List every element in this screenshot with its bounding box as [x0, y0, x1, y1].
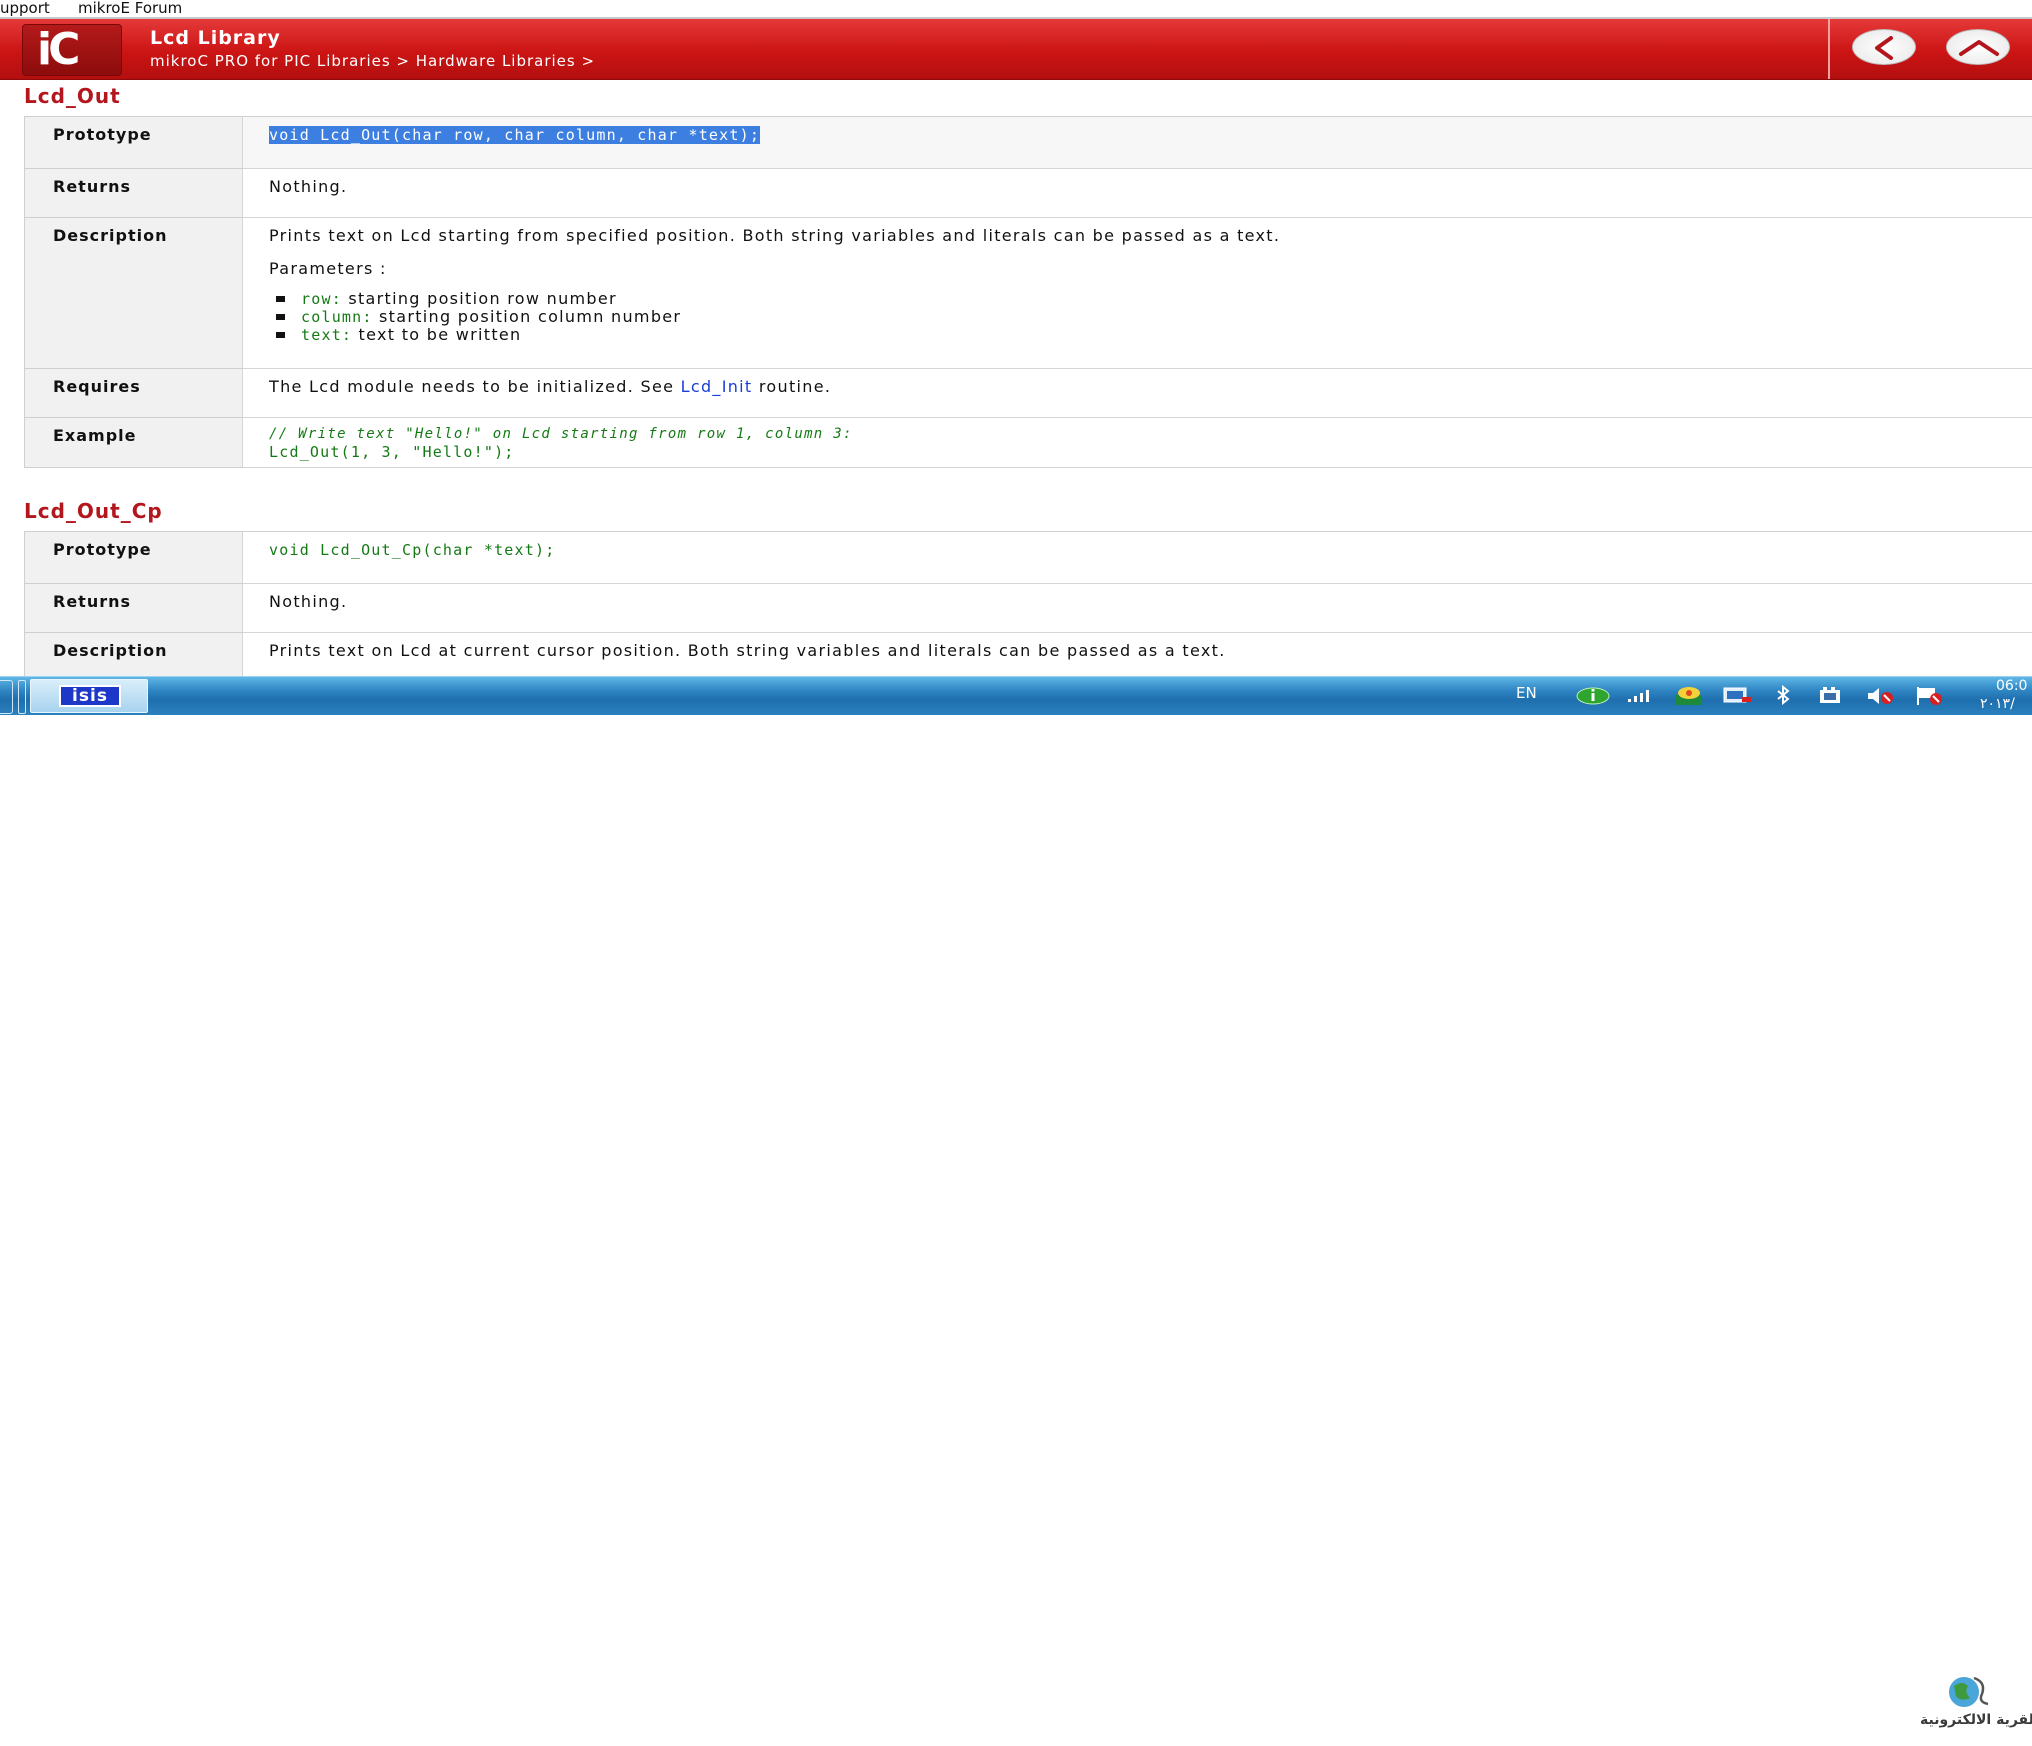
requires-cell: The Lcd module needs to be initialized. …	[242, 368, 2032, 418]
chevron-left-icon	[1875, 36, 1893, 60]
prototype-cell: void Lcd_Out_Cp(char *text);	[242, 531, 2032, 584]
parameters-list: row: starting position row number column…	[269, 290, 2032, 344]
table-row: Returns Nothing.	[24, 168, 2032, 218]
table-row: Example // Write text "Hello!" on Lcd st…	[24, 417, 2032, 468]
example-code: Lcd_Out(1, 3, "Hello!");	[269, 443, 515, 461]
section-title-lcd-out-cp: Lcd_Out_Cp	[24, 499, 163, 523]
battery-icon[interactable]	[1816, 685, 1846, 707]
param-desc: starting position row number	[348, 289, 617, 308]
volume-muted-icon[interactable]	[1864, 685, 1898, 707]
flag-icon[interactable]	[1912, 685, 1946, 707]
prototype-label: Prototype	[24, 531, 243, 584]
chevron-up-icon	[1959, 40, 1999, 56]
up-button[interactable]	[1946, 29, 2010, 65]
description-label: Description	[24, 632, 243, 677]
table-row: Description Prints text on Lcd at curren…	[24, 632, 2032, 677]
param-desc: starting position column number	[379, 307, 682, 326]
param-name: column:	[301, 308, 373, 326]
mikroc-logo: iC	[22, 24, 122, 76]
requires-text: The Lcd module needs to be initialized. …	[269, 377, 675, 396]
table-row: Prototype void Lcd_Out(char row, char co…	[24, 116, 2032, 169]
info-icon[interactable]	[1576, 685, 1610, 705]
taskbar-app-isis[interactable]: isis	[30, 679, 148, 713]
list-item: row: starting position row number	[276, 289, 2032, 308]
returns-label: Returns	[24, 583, 243, 633]
param-name: row:	[301, 290, 342, 308]
parameters-label: Parameters :	[269, 259, 387, 278]
returns-value: Nothing.	[242, 583, 2032, 633]
example-comment: // Write text "Hello!" on Lcd starting f…	[269, 426, 853, 442]
lcd-init-link[interactable]: Lcd_Init	[681, 377, 753, 396]
example-label: Example	[24, 417, 243, 468]
clock-date[interactable]: ٢٠١٣/	[1980, 696, 2015, 712]
table-row: Requires The Lcd module needs to be init…	[24, 368, 2032, 418]
param-name: text:	[301, 326, 353, 344]
section-title-lcd-out: Lcd_Out	[24, 84, 121, 108]
support-link[interactable]: upport	[0, 0, 50, 16]
list-item: text: text to be written	[276, 325, 2032, 344]
returns-label: Returns	[24, 168, 243, 218]
language-indicator[interactable]: EN	[1516, 684, 1537, 702]
isis-app-icon: isis	[59, 685, 121, 707]
display-icon[interactable]	[1720, 685, 1754, 707]
top-link-strip: upport mikroE Forum	[0, 0, 2032, 19]
description-cell: Prints text on Lcd starting from specifi…	[242, 217, 2032, 369]
lcd-out-table: Prototype void Lcd_Out(char row, char co…	[24, 116, 2032, 468]
description-text: Prints text on Lcd at current cursor pos…	[269, 641, 1226, 660]
lcd-out-cp-table: Prototype void Lcd_Out_Cp(char *text); R…	[24, 531, 2032, 677]
requires-label: Requires	[24, 368, 243, 418]
prototype-cell: void Lcd_Out(char row, char column, char…	[242, 116, 2032, 169]
globe-logo-icon	[1949, 1676, 1989, 1707]
mikroe-forum-link[interactable]: mikroE Forum	[78, 0, 182, 16]
page-title: Lcd Library	[150, 27, 281, 49]
table-row: Prototype void Lcd_Out_Cp(char *text);	[24, 531, 2032, 584]
description-text: Prints text on Lcd starting from specifi…	[269, 226, 1281, 245]
prototype-code[interactable]: void Lcd_Out_Cp(char *text);	[269, 541, 555, 559]
show-desktop-edge[interactable]	[0, 680, 13, 714]
breadcrumb[interactable]: mikroC PRO for PIC Libraries > Hardware …	[150, 52, 595, 70]
signal-icon[interactable]	[1626, 685, 1656, 705]
header-divider	[1828, 19, 1830, 79]
description-label: Description	[24, 217, 243, 369]
bluetooth-icon[interactable]	[1772, 685, 1796, 707]
taskbar-grip[interactable]	[18, 680, 26, 714]
windows-taskbar: isis EN 06:0 ٢٠١٣/	[0, 676, 2032, 715]
param-desc: text to be written	[358, 325, 522, 344]
prototype-code[interactable]: void Lcd_Out(char row, char column, char…	[269, 126, 761, 144]
help-header-bar: iC Lcd Library mikroC PRO for PIC Librar…	[0, 19, 2032, 80]
requires-text-end: routine.	[758, 377, 832, 396]
returns-value: Nothing.	[242, 168, 2032, 218]
watermark-text: القرية الالكترونية	[1920, 1712, 2032, 1728]
example-cell: // Write text "Hello!" on Lcd starting f…	[242, 417, 2032, 468]
network-icon[interactable]	[1672, 685, 1706, 707]
table-row: Returns Nothing.	[24, 583, 2032, 633]
table-row: Description Prints text on Lcd starting …	[24, 217, 2032, 369]
list-item: column: starting position column number	[276, 307, 2032, 326]
back-button[interactable]	[1852, 29, 1916, 65]
clock-time[interactable]: 06:0	[1996, 678, 2027, 694]
prototype-label: Prototype	[24, 116, 243, 169]
